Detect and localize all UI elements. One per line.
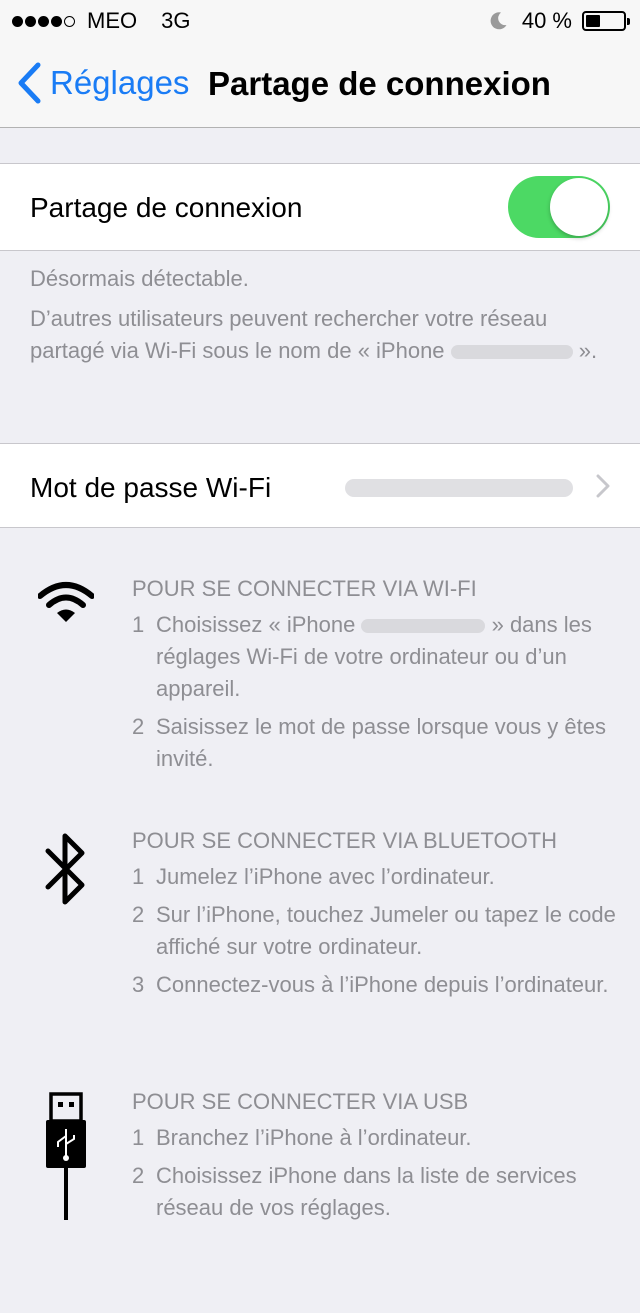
carrier-name: MEO xyxy=(87,8,138,33)
battery-percentage: 40 % xyxy=(521,8,572,33)
redacted-device-name xyxy=(361,619,486,634)
wifi-icon xyxy=(38,580,94,624)
step-text: Branchez l’iPhone à l’ordinateur. xyxy=(156,1125,472,1150)
signal-dot xyxy=(12,15,23,27)
discoverable-description: D’autres utilisateurs peuvent rechercher… xyxy=(30,303,620,367)
list-item: 2 Saisissez le mot de passe lorsque vous… xyxy=(132,711,628,775)
wifi-instructions: POUR SE CONNECTER VIA WI-FI 1 Choisissez… xyxy=(132,575,628,781)
list-item: 2 Sur l’iPhone, touchez Jumeler ou tapez… xyxy=(132,899,628,963)
step-number: 2 xyxy=(132,714,145,739)
page-title: Partage de connexion xyxy=(208,65,551,102)
step-text: Sur l’iPhone, touchez Jumeler ou tapez l… xyxy=(156,902,616,959)
step-number: 3 xyxy=(132,972,145,997)
redacted-password xyxy=(345,479,573,497)
step-number: 1 xyxy=(132,864,145,889)
list-item: 1 Branchez l’iPhone à l’ordinateur. xyxy=(132,1122,628,1154)
navigation-bar: Réglages Partage de connexion xyxy=(0,40,640,128)
bluetooth-instructions: POUR SE CONNECTER VIA BLUETOOTH 1 Jumele… xyxy=(132,827,628,1007)
chevron-left-icon xyxy=(18,62,41,104)
wifi-password-label: Mot de passe Wi-Fi xyxy=(30,472,272,503)
hotspot-toggle[interactable] xyxy=(508,176,610,238)
step-number: 2 xyxy=(132,1163,145,1188)
usb-heading: POUR SE CONNECTER VIA USB xyxy=(132,1089,469,1114)
redacted-device-name xyxy=(450,345,573,360)
back-button[interactable]: Réglages xyxy=(16,62,189,104)
usb-instructions: POUR SE CONNECTER VIA USB 1 Branchez l’i… xyxy=(132,1088,628,1230)
step-text: Jumelez l’iPhone avec l’ordinateur. xyxy=(156,864,495,889)
list-item: 2 Choisissez iPhone dans la liste de ser… xyxy=(132,1160,628,1224)
status-bar: MEO 3G 40 % xyxy=(0,0,640,40)
hotspot-label: Partage de connexion xyxy=(30,192,303,223)
signal-dot xyxy=(38,15,49,27)
chevron-right-icon xyxy=(596,474,610,498)
signal-strength-icon xyxy=(12,15,77,27)
battery-level xyxy=(586,15,600,27)
signal-dot xyxy=(25,15,36,27)
moon-icon xyxy=(488,11,508,31)
step-text: Saisissez le mot de passe lorsque vous y… xyxy=(156,714,607,771)
step-number: 2 xyxy=(132,902,145,927)
list-item: 1 Jumelez l’iPhone avec l’ordinateur. xyxy=(132,861,628,893)
discoverable-footer: Désormais détectable. D’autres utilisate… xyxy=(30,263,620,367)
signal-dot xyxy=(64,15,75,27)
discoverable-status: Désormais détectable. xyxy=(30,266,249,291)
network-type: 3G xyxy=(161,8,191,33)
wifi-password-cell[interactable]: Mot de passe Wi-Fi xyxy=(0,443,640,528)
back-label: Réglages xyxy=(50,64,190,101)
step-text: Choisissez iPhone dans la liste de servi… xyxy=(156,1163,577,1220)
wifi-heading: POUR SE CONNECTER VIA WI-FI xyxy=(132,576,477,601)
bluetooth-heading: POUR SE CONNECTER VIA BLUETOOTH xyxy=(132,828,558,853)
battery-icon xyxy=(582,11,630,31)
description-suffix: ». xyxy=(578,338,598,363)
usb-icon xyxy=(44,1092,88,1222)
list-item: 1 Choisissez « iPhone » dans les réglage… xyxy=(132,609,628,705)
step-text: Choisissez « iPhone » dans les réglages … xyxy=(156,612,592,701)
bluetooth-icon xyxy=(44,832,88,906)
hotspot-toggle-cell: Partage de connexion xyxy=(0,163,640,251)
step-number: 1 xyxy=(132,612,145,637)
list-item: 3 Connectez-vous à l’iPhone depuis l’ord… xyxy=(132,969,628,1001)
toggle-knob xyxy=(550,178,608,236)
status-right: 40 % xyxy=(488,8,630,34)
status-left: MEO 3G xyxy=(12,8,190,34)
signal-dot xyxy=(51,15,62,27)
step-text: Connectez-vous à l’iPhone depuis l’ordin… xyxy=(156,972,609,997)
step-number: 1 xyxy=(132,1125,145,1150)
